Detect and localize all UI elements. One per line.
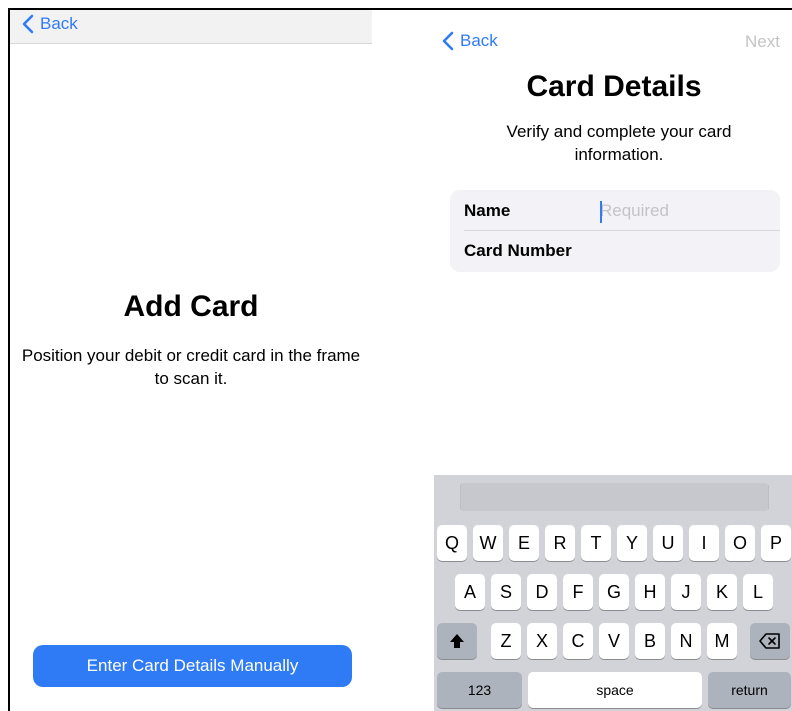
key-v[interactable]: V (599, 623, 629, 659)
card-number-label: Card Number (464, 241, 572, 260)
key-c[interactable]: C (563, 623, 593, 659)
key-z[interactable]: Z (491, 623, 521, 659)
key-h[interactable]: H (635, 574, 665, 610)
name-row: Name (450, 191, 780, 231)
key-y[interactable]: Y (617, 525, 647, 561)
key-q[interactable]: Q (437, 525, 467, 561)
key-t[interactable]: T (581, 525, 611, 561)
key-p[interactable]: P (761, 525, 791, 561)
page-subtitle: Position your debit or credit card in th… (21, 346, 361, 388)
shift-key[interactable] (437, 623, 477, 659)
key-r[interactable]: R (545, 525, 575, 561)
key-f[interactable]: F (563, 574, 593, 610)
name-label: Name (464, 201, 511, 220)
key-x[interactable]: X (527, 623, 557, 659)
shift-icon (450, 634, 464, 648)
key-e[interactable]: E (509, 525, 539, 561)
key-i[interactable]: I (689, 525, 719, 561)
page-title: Add Card (123, 290, 259, 323)
key-u[interactable]: U (653, 525, 683, 561)
onscreen-keyboard: Q W E R T Y U I O P A S D F G H J K L Z … (434, 475, 792, 711)
chevron-left-icon (22, 14, 34, 34)
next-button[interactable]: Next (745, 32, 780, 52)
key-j[interactable]: J (671, 574, 701, 610)
key-g[interactable]: G (599, 574, 629, 610)
return-key[interactable]: return (708, 672, 791, 708)
enter-card-manually-button[interactable]: Enter Card Details Manually (33, 645, 352, 687)
card-number-field[interactable] (600, 237, 770, 265)
numbers-key[interactable]: 123 (437, 672, 522, 708)
key-o[interactable]: O (725, 525, 755, 561)
suggestion-divider (460, 485, 461, 509)
key-s[interactable]: S (491, 574, 521, 610)
key-l[interactable]: L (743, 574, 773, 610)
add-card-screen: Back Add Card Position your debit or cre… (10, 10, 372, 711)
backspace-icon (759, 633, 780, 649)
back-label: Back (460, 31, 498, 50)
name-field[interactable] (600, 197, 770, 225)
screens-frame: Back Add Card Position your debit or cre… (8, 8, 792, 711)
space-key[interactable]: space (528, 672, 702, 708)
back-button[interactable]: Back (442, 31, 498, 51)
key-a[interactable]: A (455, 574, 485, 610)
card-form-group: Name Card Number (450, 190, 780, 272)
card-number-row: Card Number (450, 231, 780, 271)
key-d[interactable]: D (527, 574, 557, 610)
page-subtitle: Verify and complete your card informatio… (506, 122, 732, 164)
key-w[interactable]: W (473, 525, 503, 561)
navigation-bar: Back (10, 10, 372, 44)
back-button[interactable]: Back (22, 14, 78, 34)
card-details-screen: Back Next Card Details Verify and comple… (434, 10, 792, 711)
key-n[interactable]: N (671, 623, 701, 659)
suggestion-divider (768, 485, 769, 509)
page-title: Card Details (526, 70, 702, 103)
text-cursor (600, 201, 602, 223)
suggestion-bar (460, 483, 768, 511)
chevron-left-icon (442, 31, 454, 51)
back-label: Back (40, 14, 78, 33)
key-k[interactable]: K (707, 574, 737, 610)
delete-key[interactable] (750, 623, 790, 659)
key-b[interactable]: B (635, 623, 665, 659)
key-m[interactable]: M (707, 623, 737, 659)
